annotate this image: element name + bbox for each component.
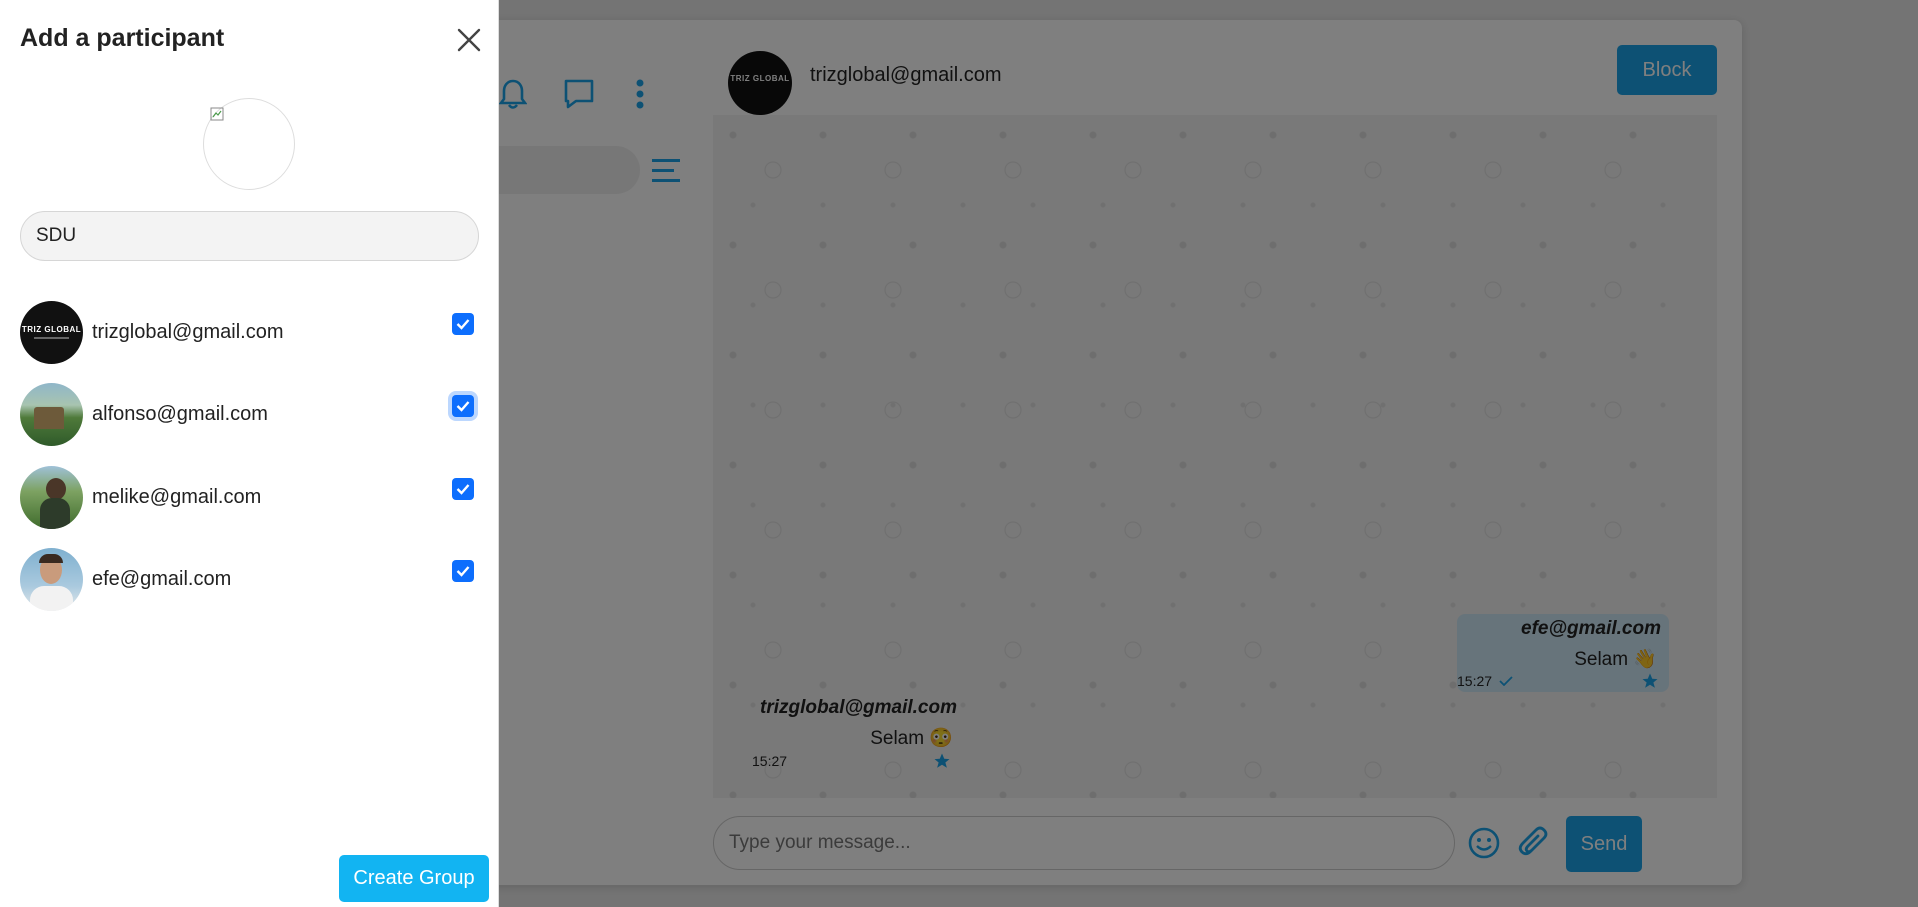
participant-row[interactable]: TRIZ GLOBAL trizglobal@gmail.com	[20, 301, 480, 365]
close-icon[interactable]	[453, 24, 485, 56]
participant-checkbox[interactable]	[452, 313, 474, 335]
participant-email: efe@gmail.com	[92, 568, 232, 590]
check-icon	[456, 319, 470, 330]
check-icon	[456, 401, 470, 412]
participant-email: trizglobal@gmail.com	[92, 321, 284, 343]
participant-checkbox[interactable]	[452, 560, 474, 582]
check-icon	[456, 566, 470, 577]
participant-row[interactable]: melike@gmail.com	[20, 466, 480, 530]
broken-image-icon	[210, 107, 224, 121]
participant-checkbox[interactable]	[452, 478, 474, 500]
panel-title: Add a participant	[20, 24, 225, 52]
participant-row[interactable]: efe@gmail.com	[20, 548, 480, 612]
check-icon	[456, 484, 470, 495]
participant-checkbox[interactable]	[452, 395, 474, 417]
avatar	[20, 548, 83, 611]
add-participant-panel: Add a participant TRIZ GLOBAL trizglobal…	[0, 0, 499, 907]
participant-email: melike@gmail.com	[92, 486, 262, 508]
group-name-input[interactable]	[20, 211, 479, 261]
avatar	[20, 466, 83, 529]
participant-email: alfonso@gmail.com	[92, 403, 268, 425]
participant-row[interactable]: alfonso@gmail.com	[20, 383, 480, 447]
group-image-placeholder[interactable]	[203, 98, 295, 190]
create-group-button[interactable]: Create Group	[339, 855, 489, 902]
avatar	[20, 383, 83, 446]
avatar: TRIZ GLOBAL	[20, 301, 83, 364]
